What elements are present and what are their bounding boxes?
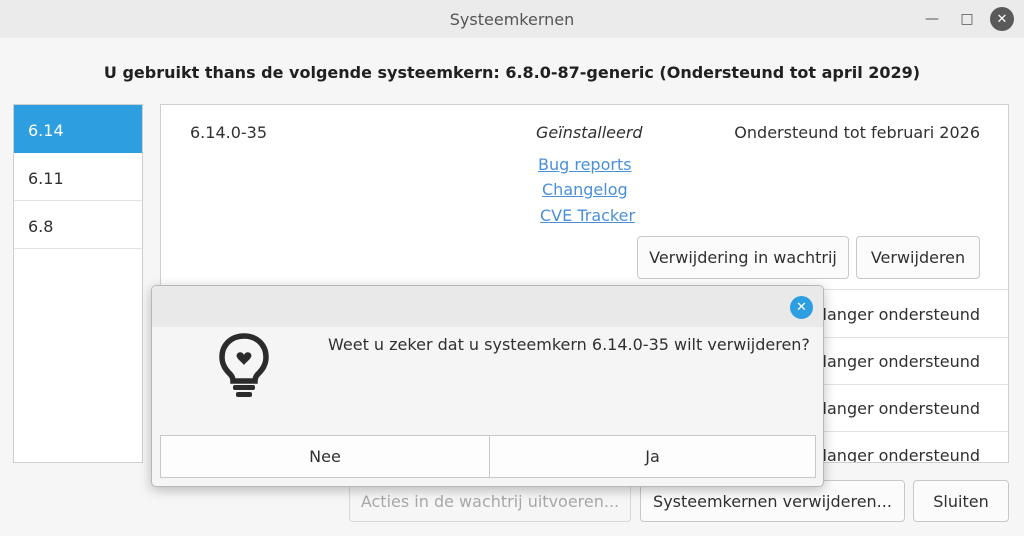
dialog-header (152, 286, 823, 327)
kernel-row-support: langer ondersteund (822, 352, 980, 371)
bug-reports-link[interactable]: Bug reports (538, 155, 632, 174)
window-title: Systeemkernen (449, 10, 575, 29)
lightbulb-icon (219, 333, 269, 397)
sidebar-item-6-11[interactable]: 6.11 (14, 153, 142, 201)
minimize-icon[interactable]: — (920, 7, 944, 31)
dialog-close-icon[interactable]: ✕ (790, 296, 813, 319)
kernel-row-support: langer ondersteund (822, 399, 980, 418)
queue-removal-button[interactable]: Verwijdering in wachtrij (637, 236, 849, 279)
sidebar-item-6-8[interactable]: 6.8 (14, 201, 142, 249)
kernel-series-list: 6.14 6.11 6.8 (13, 104, 143, 463)
window-titlebar: Systeemkernen — □ ✕ (0, 0, 1024, 38)
yes-button[interactable]: Ja (489, 435, 816, 478)
kernel-row-support: langer ondersteund (822, 305, 980, 324)
changelog-link[interactable]: Changelog (542, 180, 628, 199)
dialog-message: Weet u zeker dat u systeemkern 6.14.0-35… (328, 335, 810, 354)
kernel-support: Ondersteund tot februari 2026 (734, 123, 980, 142)
remove-button[interactable]: Verwijderen (856, 236, 980, 279)
current-kernel-headline: U gebruikt thans de volgende systeemkern… (103, 63, 921, 82)
close-button[interactable]: Sluiten (913, 480, 1009, 522)
no-button[interactable]: Nee (160, 435, 490, 478)
kernel-row-support: langer ondersteund (822, 446, 980, 463)
confirm-dialog: ✕ Weet u zeker dat u systeemkern 6.14.0-… (151, 285, 824, 487)
window-close-icon[interactable]: ✕ (990, 7, 1014, 31)
kernel-version: 6.14.0-35 (190, 123, 268, 142)
cve-tracker-link[interactable]: CVE Tracker (540, 206, 635, 225)
sidebar-item-6-14[interactable]: 6.14 (14, 105, 142, 153)
kernel-status: Geïnstalleerd (536, 123, 643, 142)
kernel-row-selected: 6.14.0-35 Geïnstalleerd Ondersteund tot … (161, 105, 1008, 290)
maximize-icon[interactable]: □ (955, 7, 979, 31)
